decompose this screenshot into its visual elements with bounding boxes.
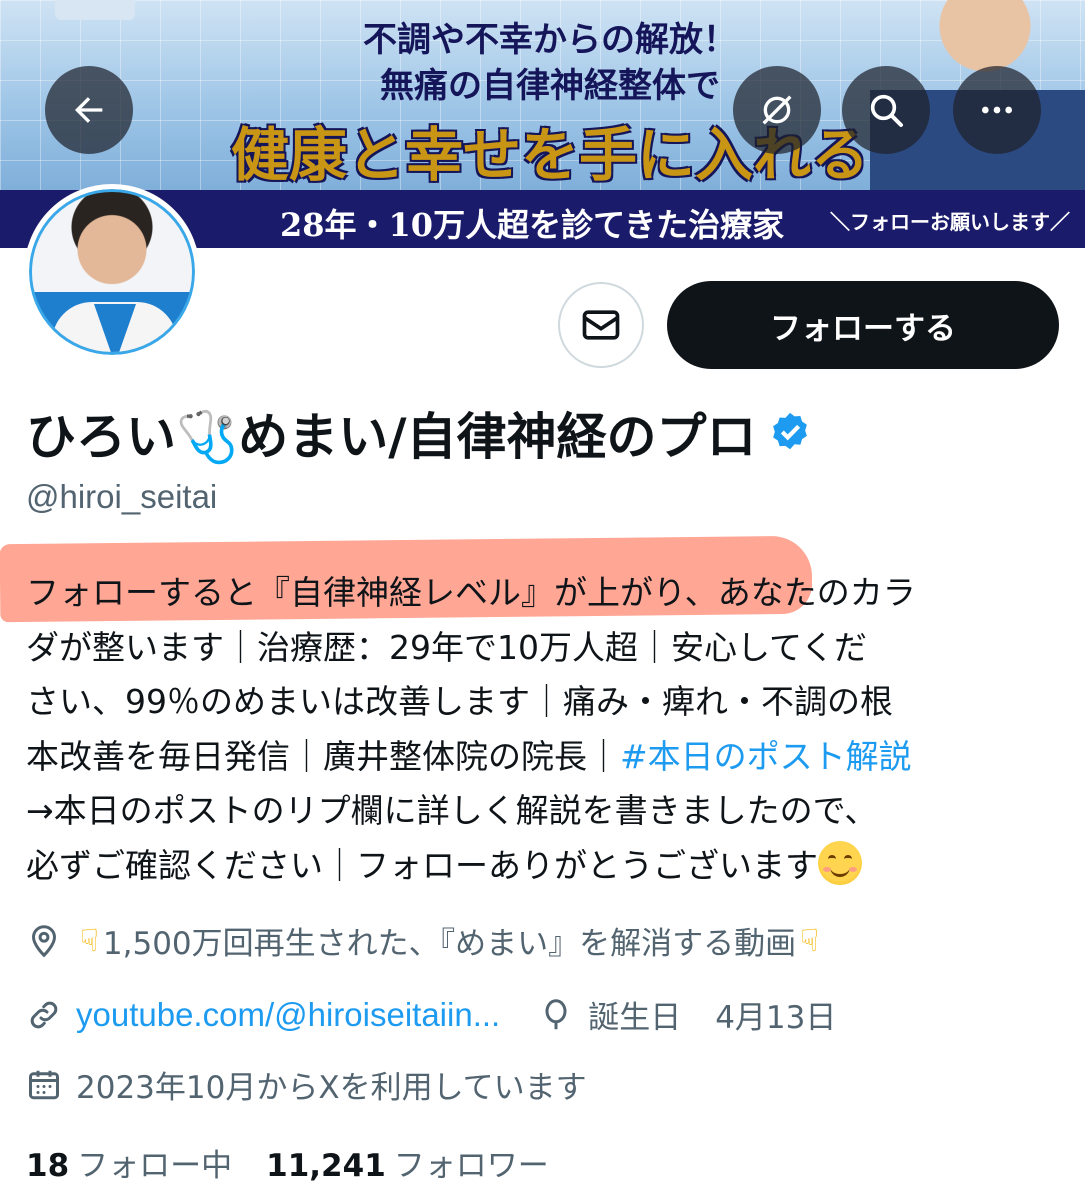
pointing-down-emoji: ☟ [800,922,820,959]
joined-row: 2023年10月からXを利用しています [26,1062,587,1107]
grok-icon [762,95,792,125]
follow-button[interactable]: フォローする [667,281,1059,369]
bio-line-6: 必ずご確認ください｜フォローありがとうございます [26,839,1061,894]
grok-button[interactable] [733,66,821,154]
location-text: 1,500万回再生された、『めまい』を解消する動画 [102,926,797,962]
search-icon [870,94,903,127]
more-options-button[interactable] [953,66,1041,154]
followers-count: 11,241 [266,1148,386,1184]
website-link[interactable]: youtube.com/@hiroiseitaiin... [76,996,500,1034]
birthday: 誕生日 4月13日 [538,992,836,1037]
bio-text: あなたのカラ [717,573,916,612]
birthday-label: 誕生日 [588,1000,682,1036]
following-count: 18 [26,1148,70,1184]
banner-headline-1: 不調や不幸からの解放！ [363,20,737,60]
hashtag-link[interactable]: #本日のポスト解説 [620,737,912,776]
banner-logo [55,0,135,20]
back-arrow-icon [75,97,103,123]
profile-handle: @hiroi_seitai [26,478,218,515]
banner-follow-request: ＼フォローお願いします／ [830,210,1070,234]
mail-icon [582,310,620,340]
bio-line-3: さい、99％のめまいは改善します｜痛み・痺れ・不調の根 [26,682,893,721]
bio-highlighted-text: フォローすると『自律神経レベル』が上がり、 [26,573,718,612]
profile-bio: フォローすると『自律神経レベル』が上がり、あなたのカラ ダが整います｜治療歴：2… [26,566,1061,893]
bio-text: 本改善を毎日発信｜廣井整体院の院長｜ [26,736,620,776]
calendar-icon [29,1070,59,1099]
search-button[interactable] [842,66,930,154]
birthday-date: 4月13日 [715,1000,837,1036]
joined-date: 2023年10月からXを利用しています [76,1070,587,1106]
website-row: youtube.com/@hiroiseitaiin... 誕生日 4月13日 [26,992,836,1037]
followers-label: フォロワー [393,1148,549,1184]
location-row: ☟ 1,500万回再生された、『めまい』を解消する動画 ☟ [26,918,823,963]
bio-text: 必ずご確認ください｜フォローありがとうございます [26,845,818,885]
following-link[interactable]: 18 フォロー中 [26,1148,232,1184]
link-icon [30,1001,58,1028]
follow-stats: 18 フォロー中 11,241 フォロワー [26,1140,549,1185]
location-icon [31,924,57,957]
display-name: ひろい🩺めまい/自律神経のプロ [26,408,757,466]
balloon-icon [545,998,567,1029]
followers-link[interactable]: 11,241 フォロワー [266,1148,549,1184]
bio-line-1: フォローすると『自律神経レベル』が上がり、あなたのカラ [26,566,1061,621]
avatar-photo [29,189,195,355]
following-label: フォロー中 [77,1148,233,1184]
verified-badge-icon[interactable] [767,410,813,456]
banner-headline-2: 無痛の自律神経整体で [380,66,720,106]
avatar[interactable] [24,184,200,360]
profile-name-row: ひろい🩺めまい/自律神経のプロ [26,398,813,468]
banner-caption: 28年・10万人超を診てきた治療家 [280,206,785,244]
back-button[interactable] [45,66,133,154]
message-button[interactable] [558,282,644,368]
bio-line-4: 本改善を毎日発信｜廣井整体院の院長｜#本日のポスト解説 [26,730,1061,785]
pointing-down-emoji: ☟ [80,922,99,959]
bio-line-5: →本日のポストのリプ欄に詳しく解説を書きましたので、 [26,791,878,830]
bio-line-2: ダが整います｜治療歴：29年で10万人超｜安心してくだ [26,627,868,667]
more-icon [982,106,1012,114]
smiling-face-emoji [818,840,862,885]
